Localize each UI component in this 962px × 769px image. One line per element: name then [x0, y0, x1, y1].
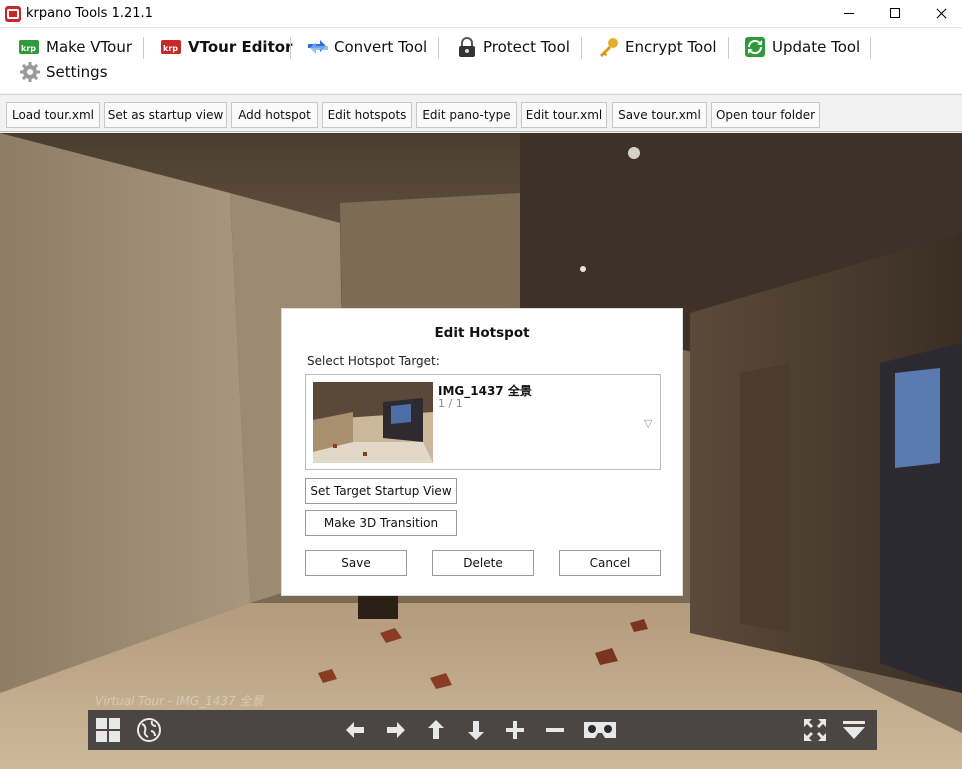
- minimize-icon: [844, 13, 854, 14]
- krpano-app-icon: [5, 6, 21, 22]
- vtour-editor-icon: krp: [160, 36, 184, 58]
- maximize-icon: [890, 8, 900, 18]
- menu-vtour-editor[interactable]: krp VTour Editor: [160, 35, 292, 59]
- arrow-down-icon[interactable]: [463, 717, 489, 743]
- menu-update-tool[interactable]: Update Tool: [744, 35, 860, 59]
- arrow-left-icon[interactable]: [342, 717, 368, 743]
- menu-convert-tool[interactable]: Convert Tool: [306, 35, 427, 59]
- edit-hotspots-button[interactable]: Edit hotspots: [322, 102, 412, 128]
- menu-protect-tool[interactable]: Protect Tool: [455, 35, 570, 59]
- delete-button[interactable]: Delete: [432, 550, 534, 576]
- globe-icon[interactable]: [136, 717, 162, 743]
- dropdown-arrow-icon[interactable]: ▽: [644, 417, 652, 430]
- title-bar: krpano Tools 1.21.1: [0, 0, 962, 28]
- maximize-button[interactable]: [872, 0, 918, 28]
- viewer-control-bar: [88, 710, 877, 750]
- menu-make-vtour[interactable]: krp Make VTour: [18, 35, 132, 59]
- close-button[interactable]: [918, 0, 962, 28]
- hide-controls-icon[interactable]: [841, 717, 867, 743]
- edit-panotype-button[interactable]: Edit pano-type: [416, 102, 517, 128]
- thumbs-grid-icon[interactable]: [95, 717, 121, 743]
- arrow-up-icon[interactable]: [423, 717, 449, 743]
- save-tourxml-button[interactable]: Save tour.xml: [612, 102, 707, 128]
- save-button[interactable]: Save: [305, 550, 407, 576]
- refresh-icon: [744, 36, 768, 58]
- menu-settings[interactable]: Settings: [18, 60, 108, 84]
- dialog-title: Edit Hotspot: [434, 325, 530, 341]
- window-title: krpano Tools 1.21.1: [26, 6, 153, 21]
- editor-toolbar: Load tour.xml Set as startup view Add ho…: [0, 94, 962, 132]
- arrow-right-icon[interactable]: [383, 717, 409, 743]
- load-tourxml-button[interactable]: Load tour.xml: [6, 102, 100, 128]
- tour-caption: Virtual Tour - IMG_1437 全景: [95, 694, 264, 708]
- open-tour-folder-button[interactable]: Open tour folder: [711, 102, 820, 128]
- svg-text:krp: krp: [21, 44, 36, 53]
- add-hotspot-button[interactable]: Add hotspot: [231, 102, 318, 128]
- cancel-button[interactable]: Cancel: [559, 550, 661, 576]
- zoom-in-icon[interactable]: [502, 717, 528, 743]
- hotspot-target-select[interactable]: IMG_1437 全景 1 / 1 ▽: [305, 374, 661, 470]
- fullscreen-icon[interactable]: [802, 717, 828, 743]
- target-count: 1 / 1: [438, 397, 463, 410]
- svg-text:krp: krp: [163, 44, 178, 53]
- padlock-icon: [455, 36, 479, 58]
- edit-hotspot-dialog: Edit Hotspot Select Hotspot Target: IMG_…: [281, 308, 683, 596]
- set-startup-view-button[interactable]: Set as startup view: [104, 102, 227, 128]
- minimize-button[interactable]: [826, 0, 872, 28]
- menu-encrypt-tool[interactable]: Encrypt Tool: [597, 35, 717, 59]
- set-target-startup-view-button[interactable]: Set Target Startup View: [305, 478, 457, 504]
- zoom-out-icon[interactable]: [542, 717, 568, 743]
- make-vtour-icon: krp: [18, 36, 42, 58]
- gear-icon: [18, 61, 42, 83]
- vr-headset-icon[interactable]: [582, 717, 618, 743]
- tools-menu-bar: krp Make VTour krp VTour Editor Convert …: [0, 28, 962, 93]
- edit-tourxml-button[interactable]: Edit tour.xml: [521, 102, 607, 128]
- make-3d-transition-button[interactable]: Make 3D Transition: [305, 510, 457, 536]
- convert-arrows-icon: [306, 36, 330, 58]
- target-thumbnail: [313, 382, 433, 463]
- key-icon: [597, 36, 621, 58]
- select-target-label: Select Hotspot Target:: [307, 354, 440, 368]
